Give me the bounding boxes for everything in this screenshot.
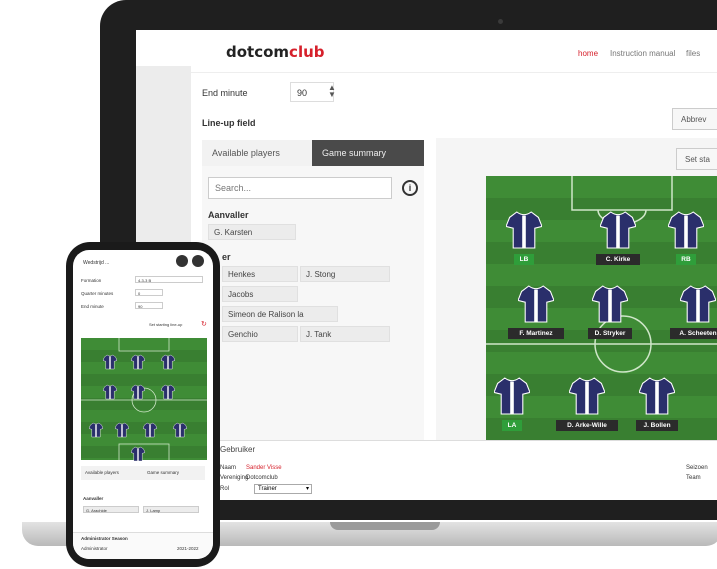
- phone-footer-left: Administrator: [81, 546, 108, 551]
- phone-player-shirt-icon[interactable]: [142, 422, 158, 443]
- nav-files[interactable]: files: [686, 49, 700, 58]
- club-label: Vereniging: [220, 475, 249, 481]
- phone-tab-available-players[interactable]: Available players: [85, 470, 119, 475]
- player-chip[interactable]: Jacobs: [222, 286, 298, 302]
- player-chip[interactable]: Genchio: [222, 326, 298, 342]
- abbrev-button[interactable]: Abbrev: [672, 108, 717, 130]
- player-shirt-icon[interactable]: [493, 376, 531, 421]
- player-name-label: LA: [502, 420, 522, 431]
- phone-screen: Wedstrijd ... Formation 4-3-3 B Quarter …: [73, 250, 213, 559]
- player-name-label: J. Bollen: [636, 420, 678, 431]
- player-shirt-icon[interactable]: [638, 376, 676, 421]
- laptop-notch: [330, 522, 440, 530]
- season-label: Seizoen: [686, 465, 708, 471]
- phone-player-shirt-icon[interactable]: [160, 354, 176, 375]
- team-label: Team: [686, 475, 701, 481]
- phone-player-shirt-icon[interactable]: [88, 422, 104, 443]
- club-value: Dotcomclub: [246, 475, 278, 481]
- phone-player-shirt-icon[interactable]: [102, 384, 118, 405]
- footer-title: Gebruiker: [220, 445, 256, 454]
- chevron-down-icon: ▾: [305, 486, 309, 492]
- player-chip[interactable]: J. Stong: [300, 266, 390, 282]
- defender-heading: er: [222, 252, 231, 262]
- quarter-minutes-label: Quarter minutes: [81, 291, 114, 296]
- player-shirt-icon[interactable]: [591, 284, 629, 329]
- top-navbar: dotcomclub home Instruction manual files: [136, 30, 717, 73]
- player-shirt-icon[interactable]: [568, 376, 606, 421]
- player-shirt-icon[interactable]: [517, 284, 555, 329]
- name-value[interactable]: Sander Visse: [246, 465, 282, 471]
- webcam: [498, 19, 503, 24]
- set-starting-button[interactable]: Set sta: [676, 148, 717, 170]
- player-shirt-icon[interactable]: [599, 210, 637, 255]
- stepper-arrows-icon[interactable]: ▲ ▼: [328, 84, 336, 99]
- phone-player-shirt-icon[interactable]: [114, 422, 130, 443]
- tab-available-players[interactable]: Available players: [202, 140, 312, 166]
- phone-player-shirt-icon[interactable]: [130, 354, 146, 375]
- player-name-label: RB: [676, 254, 696, 265]
- refresh-icon[interactable]: ↻: [201, 320, 207, 328]
- brand-logo[interactable]: dotcomclub: [226, 43, 325, 61]
- role-select[interactable]: Trainer ▾: [254, 484, 312, 494]
- search-input[interactable]: Search...: [208, 177, 392, 199]
- nav-home[interactable]: home: [578, 49, 598, 58]
- phone-player-chip[interactable]: G. Arachide: [83, 506, 139, 513]
- phone-menu-icon[interactable]: [192, 255, 204, 267]
- formation-label: Formation: [81, 278, 102, 283]
- quarter-minutes-stepper[interactable]: 0: [135, 289, 163, 296]
- role-label: Rol: [220, 486, 230, 492]
- phone-player-shirt-icon[interactable]: [130, 446, 146, 467]
- phone-set-starting-button[interactable]: Set starting line-up: [149, 322, 182, 327]
- phone-end-minute-label: End minute: [81, 304, 104, 309]
- phone-end-minute-stepper[interactable]: 90: [135, 302, 163, 309]
- phone-tab-game-summary[interactable]: Game summary: [147, 470, 179, 475]
- player-name-label: D. Arke-Wille: [556, 420, 618, 431]
- user-footer: Gebruiker Naam Sander Visse Vereniging D…: [216, 440, 717, 500]
- phone-attacker-heading: Aanvaller: [83, 496, 104, 501]
- player-chip[interactable]: G. Karsten: [208, 224, 296, 240]
- info-icon[interactable]: i: [402, 180, 418, 196]
- attacker-heading: Aanvaller: [208, 210, 249, 220]
- phone-player-shirt-icon[interactable]: [172, 422, 188, 443]
- phone-player-shirt-icon[interactable]: [130, 384, 146, 405]
- player-shirt-icon[interactable]: [505, 210, 543, 255]
- phone-header-title: Wedstrijd ...: [83, 260, 110, 266]
- phone-footer-right: 2021-2022: [177, 546, 199, 551]
- tab-game-summary[interactable]: Game summary: [312, 140, 424, 166]
- phone-footer-title: Administrator Season: [81, 536, 128, 541]
- player-chip[interactable]: Henkes: [222, 266, 298, 282]
- player-shirt-icon[interactable]: [679, 284, 717, 329]
- phone-player-shirt-icon[interactable]: [160, 384, 176, 405]
- player-name-label: C. Kirke: [596, 254, 640, 265]
- name-label: Naam: [220, 465, 237, 471]
- player-name-label: A. Scheeten: [670, 328, 717, 339]
- formation-select[interactable]: 4-3-3 B: [135, 276, 203, 283]
- phone-player-chip[interactable]: J. Lamp: [143, 506, 199, 513]
- phone-close-icon[interactable]: [176, 255, 188, 267]
- end-minute-label: End minute: [202, 88, 248, 98]
- player-name-label: LB: [514, 254, 534, 265]
- player-shirt-icon[interactable]: [667, 210, 705, 255]
- laptop-screen: dotcomclub home Instruction manual files…: [136, 30, 717, 500]
- phone-player-shirt-icon[interactable]: [102, 354, 118, 375]
- player-chip[interactable]: Simeon de Ralison la Petriandos: [222, 306, 338, 335]
- player-name-label: F. Martinez: [508, 328, 564, 339]
- lineup-title: Line-up field: [202, 118, 256, 128]
- player-chip[interactable]: J. Tank: [300, 326, 390, 342]
- nav-instruction-manual[interactable]: Instruction manual: [610, 49, 675, 58]
- player-name-label: D. Stryker: [588, 328, 632, 339]
